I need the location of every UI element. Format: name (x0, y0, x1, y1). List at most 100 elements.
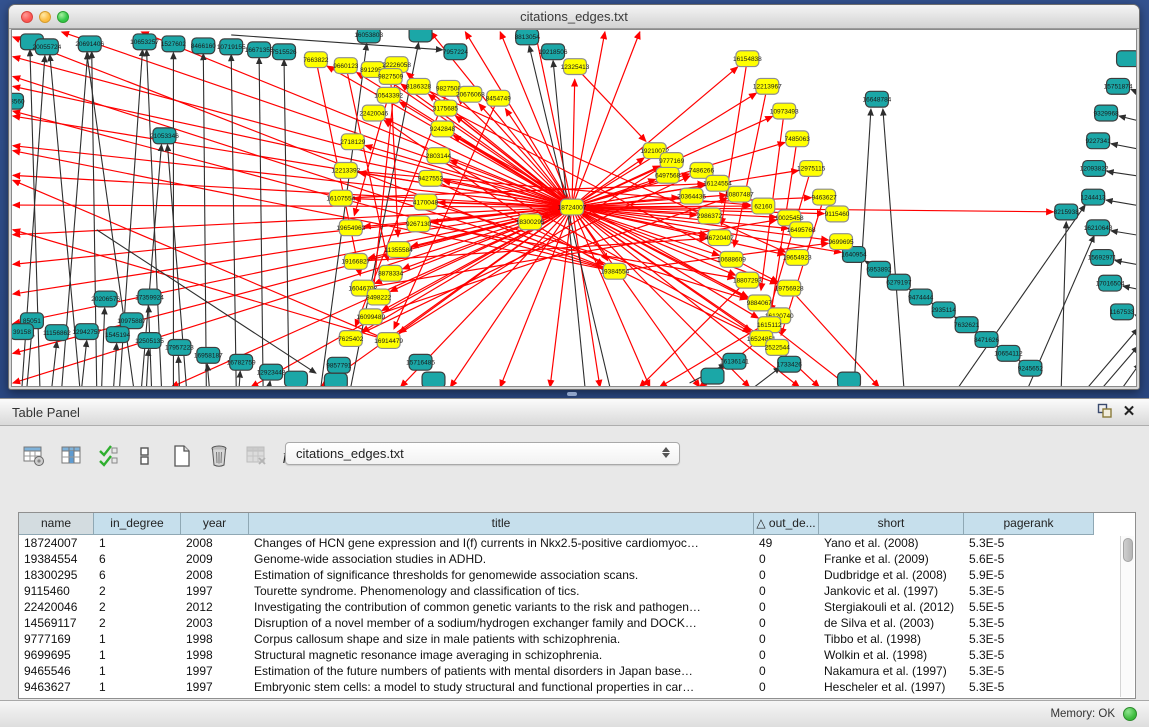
column-header-year[interactable]: year (181, 513, 249, 535)
graph-node[interactable]: 8186328 (406, 78, 432, 94)
graph-node[interactable]: 10654112 (994, 345, 1023, 361)
table-row[interactable]: 946362711997Embryonic stem cells: a mode… (19, 679, 1135, 695)
graph-node[interactable]: 10688609 (717, 252, 746, 268)
graph-node[interactable]: 12923448 (257, 364, 286, 380)
graph-node[interactable]: 9115460 (825, 206, 850, 222)
graph-node[interactable] (422, 372, 445, 386)
graph-node[interactable]: 16154838 (733, 51, 762, 67)
column-header-title[interactable]: title (249, 513, 754, 535)
graph-node[interactable]: 8813054 (515, 30, 541, 45)
graph-node[interactable]: 10807487 (725, 186, 754, 202)
graph-node[interactable]: 8466160 (191, 38, 217, 54)
graph-node[interactable]: 2522544 (765, 340, 791, 356)
graph-node[interactable]: 10653257 (130, 34, 159, 50)
graph-node[interactable]: 16782759 (227, 354, 256, 370)
graph-node[interactable]: 6497568 (655, 167, 681, 183)
graph-node[interactable]: 22420046 (359, 105, 388, 121)
graph-node[interactable]: 1545194 (105, 327, 131, 343)
graph-node[interactable]: 1244413 (1081, 189, 1107, 205)
graph-node[interactable]: 11355584 (384, 242, 413, 258)
graph-node[interactable]: 9245652 (1018, 360, 1044, 376)
graph-node[interactable]: 17957223 (165, 340, 194, 356)
graph-node[interactable]: 17359924 (135, 289, 164, 305)
graph-node[interactable] (409, 30, 432, 42)
table-row[interactable]: 911546021997Tourette syndrome. Phenomeno… (19, 583, 1135, 599)
delete-table-disabled-button[interactable] (242, 442, 270, 470)
graph-node[interactable]: 9474444 (908, 289, 934, 305)
graph-node[interactable]: 2803144 (426, 148, 452, 164)
graph-node[interactable]: 11156862 (43, 325, 71, 341)
graph-node[interactable]: 1167533 (1110, 304, 1135, 320)
graph-node[interactable]: 9660123 (333, 58, 359, 74)
graph-node[interactable]: 9427552 (418, 170, 444, 186)
panel-splitter[interactable] (0, 390, 1149, 398)
graph-node[interactable] (701, 368, 724, 384)
graph-node[interactable]: 2718129 (340, 134, 366, 150)
graph-node[interactable]: 10719155 (217, 39, 246, 55)
graph-node[interactable]: 18724007 (558, 199, 587, 215)
graph-node[interactable]: 7625402 (338, 331, 364, 347)
graph-node[interactable]: 16210643 (1084, 220, 1113, 236)
graph-node[interactable]: 46720407 (705, 230, 734, 246)
graph-node[interactable]: 9242848 (430, 121, 456, 137)
graph-node[interactable]: 8454749 (486, 90, 512, 106)
table-row[interactable]: 946554611997Estimation of the future num… (19, 663, 1135, 679)
graph-node[interactable]: 16099489 (356, 309, 385, 325)
select-columns-button[interactable] (94, 442, 122, 470)
table-row[interactable]: 969969511998Structural magnetic resonanc… (19, 647, 1135, 663)
network-canvas[interactable]: 1872400720055724206914061065325715276028… (11, 29, 1137, 387)
graph-node[interactable]: 9827509 (378, 69, 404, 85)
graph-node[interactable]: 20364436 (677, 188, 706, 204)
graph-node[interactable]: 12975115 (797, 161, 826, 177)
graph-node[interactable]: 12213967 (753, 78, 782, 94)
graph-node[interactable]: 2986372 (697, 208, 723, 224)
close-panel-icon[interactable]: ✕ (1119, 403, 1139, 421)
graph-node[interactable] (838, 372, 861, 386)
graph-node[interactable]: 8498222 (366, 289, 392, 305)
table-settings-button[interactable] (20, 442, 48, 470)
graph-node[interactable]: 16914479 (374, 333, 403, 349)
graph-node[interactable]: 8878334 (378, 265, 404, 281)
graph-node[interactable]: 20676068 (456, 86, 485, 102)
column-header-in_degree[interactable]: in_degree (94, 513, 181, 535)
delete-entry-button[interactable] (205, 442, 233, 470)
graph-node[interactable]: 8471626 (974, 332, 1000, 348)
graph-node[interactable]: 18807293 (733, 272, 762, 288)
graph-node[interactable]: 3175685 (433, 100, 459, 116)
graph-node[interactable]: 15716485 (406, 354, 435, 370)
graph-node[interactable]: 6953892 (866, 261, 892, 277)
graph-node[interactable]: 15692971 (1088, 250, 1117, 266)
graph-node[interactable]: 16671355 (245, 42, 274, 58)
graph-node[interactable]: 4170048 (413, 194, 439, 210)
window-titlebar[interactable]: citations_edges.txt (9, 5, 1139, 29)
table-selector[interactable]: citations_edges.txt (285, 442, 680, 465)
table-row[interactable]: 1938455462009Genome-wide association stu… (19, 551, 1135, 567)
graph-node[interactable]: 7632621 (954, 317, 980, 333)
graph-node[interactable]: 12505135 (135, 333, 164, 349)
row-options-button[interactable] (131, 442, 159, 470)
graph-node[interactable]: 20691406 (75, 36, 104, 52)
graph-node[interactable]: 8215938 (1054, 204, 1080, 220)
graph-node[interactable]: 12213392 (331, 163, 360, 179)
graph-node[interactable]: 9777169 (659, 153, 685, 169)
column-header-name[interactable]: name (19, 513, 94, 535)
graph-node[interactable]: 17016504 (1096, 275, 1125, 291)
graph-node[interactable]: 20206576 (91, 291, 120, 307)
graph-node[interactable]: 16107554 (326, 190, 355, 206)
graph-node[interactable]: 9329968 (1094, 105, 1120, 121)
graph-node[interactable]: 7515526 (271, 44, 297, 60)
graph-node[interactable]: 16495768 (787, 222, 816, 238)
graph-node[interactable]: 19654963 (336, 220, 365, 236)
graph-node[interactable]: 12093822 (1080, 161, 1109, 177)
graph-node[interactable]: 9463627 (812, 189, 838, 205)
graph-node[interactable]: 7485063 (785, 131, 811, 147)
graph-node[interactable]: 20055724 (32, 39, 61, 55)
graph-node[interactable]: 12325413 (561, 59, 590, 75)
show-column-button[interactable] (57, 442, 85, 470)
table-row[interactable]: 1830029562008Estimation of significance … (19, 567, 1135, 583)
graph-node[interactable] (324, 373, 347, 386)
graph-node[interactable]: 19654923 (783, 250, 812, 266)
create-table-button[interactable] (168, 442, 196, 470)
graph-node[interactable]: 19166827 (341, 253, 370, 269)
graph-node[interactable] (1117, 51, 1136, 67)
